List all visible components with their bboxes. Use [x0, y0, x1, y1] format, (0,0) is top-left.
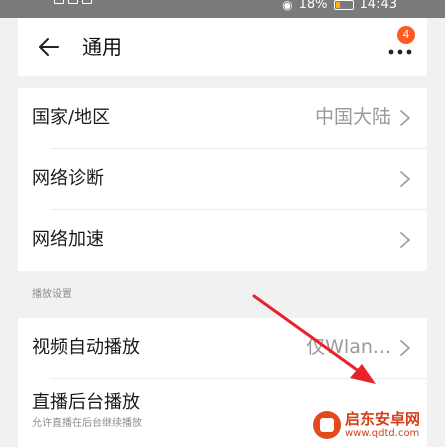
status-bar: ◉ 18% 14:43	[0, 0, 445, 18]
settings-row-region[interactable]: 国家/地区 中国大陆	[18, 88, 427, 149]
status-right: ◉ 18% 14:43	[282, 0, 397, 14]
chevron-right-icon	[400, 110, 410, 126]
battery-percent: 18%	[298, 0, 328, 12]
settings-row-network-diagnosis[interactable]: 网络诊断	[18, 149, 427, 210]
wifi-icon	[82, 0, 92, 4]
page-title: 通用	[82, 35, 122, 59]
status-left	[54, 0, 92, 4]
eye-comfort-icon: ◉	[282, 0, 293, 12]
row-value: 中国大陆	[314, 106, 391, 128]
chevron-right-icon	[400, 232, 410, 248]
clock: 14:43	[359, 0, 397, 12]
chevron-right-icon	[400, 340, 410, 356]
settings-row-network-acceleration[interactable]: 网络加速	[18, 210, 427, 271]
row-sublabel: 允许直播在后台继续播放	[32, 418, 142, 429]
chevron-right-icon	[400, 171, 410, 187]
arrow-left-icon[interactable]	[36, 34, 62, 60]
settings-row-video-autoplay[interactable]: 视频自动播放 仅Wlan...	[18, 318, 427, 379]
watermark: 启东安卓网 www.qdtd.com	[313, 405, 443, 445]
sim-icon	[54, 0, 64, 4]
watermark-text: 启东安卓网 www.qdtd.com	[345, 410, 420, 440]
notification-badge: 4	[397, 26, 415, 44]
row-label: 网络加速	[32, 229, 104, 250]
section-title-playback: 播放设置	[32, 289, 72, 300]
row-label: 视频自动播放	[32, 337, 140, 358]
row-value: 仅Wlan...	[306, 336, 391, 358]
watermark-url: www.qdtd.com	[345, 428, 420, 439]
row-label: 网络诊断	[32, 168, 104, 189]
watermark-title: 启东安卓网	[345, 410, 421, 428]
watermark-logo-icon	[313, 411, 341, 439]
battery-icon	[333, 0, 354, 10]
row-label: 国家/地区	[32, 107, 111, 128]
screen: ◉ 18% 14:43 通用 4 国家/地区 中国大陆 网络诊断 网络加速 播放…	[0, 0, 445, 447]
row-label: 直播后台播放	[32, 392, 140, 413]
signal-icon	[68, 0, 78, 4]
app-header: 通用 4	[18, 18, 427, 76]
